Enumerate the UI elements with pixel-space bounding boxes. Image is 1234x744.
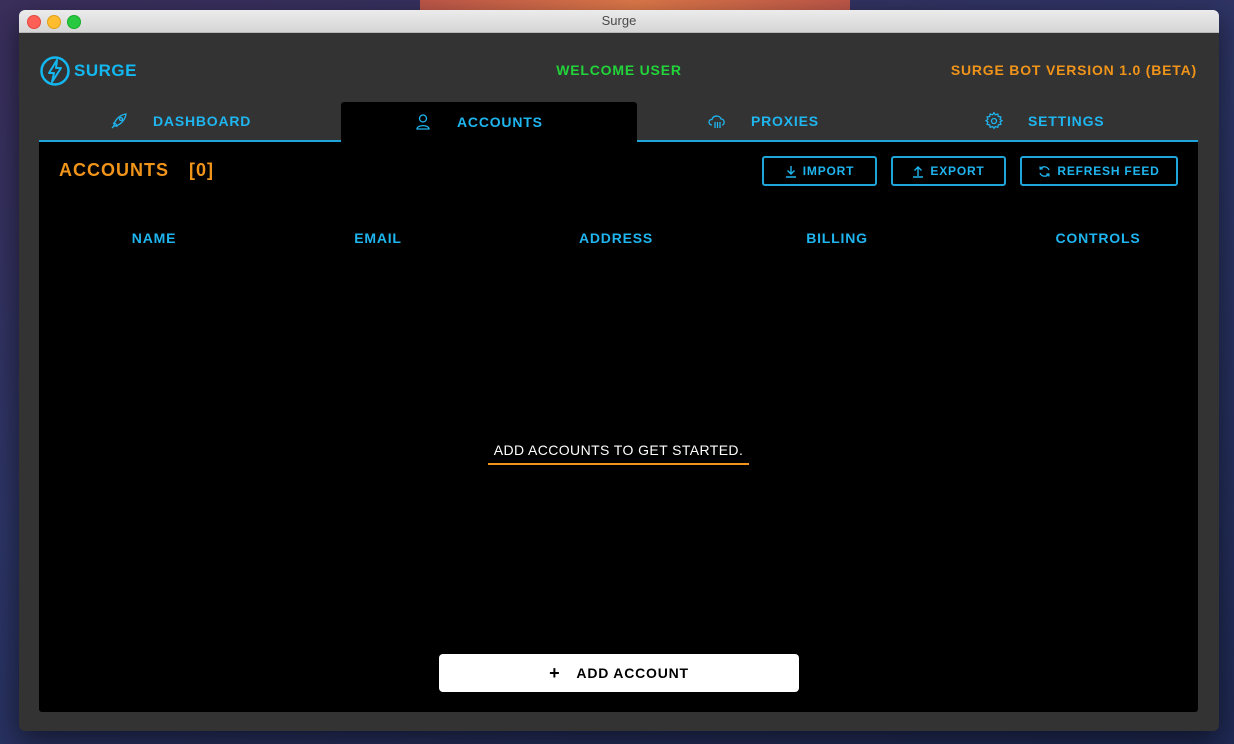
empty-state-message: ADD ACCOUNTS TO GET STARTED. bbox=[487, 442, 750, 465]
download-icon bbox=[785, 165, 797, 178]
accounts-heading: ACCOUNTS [0] bbox=[59, 160, 214, 181]
accounts-title: ACCOUNTS bbox=[59, 160, 169, 180]
version-text: SURGE BOT VERSION 1.0 (BETA) bbox=[950, 62, 1197, 78]
column-header-address[interactable]: ADDRESS bbox=[579, 230, 653, 246]
app-window: Surge SURGE WELCOME USER SURGE BOT VERSI… bbox=[19, 10, 1219, 731]
tab-label: PROXIES bbox=[751, 113, 819, 129]
window-title: Surge bbox=[601, 13, 637, 28]
accounts-panel: ACCOUNTS [0] IMPORT EXPORT REFRESH FEED … bbox=[39, 142, 1198, 712]
tab-accounts[interactable]: ACCOUNTS bbox=[341, 102, 637, 142]
plus-icon: + bbox=[549, 663, 561, 683]
column-header-email[interactable]: EMAIL bbox=[354, 230, 402, 246]
refresh-feed-button[interactable]: REFRESH FEED bbox=[1020, 156, 1178, 186]
export-label: EXPORT bbox=[930, 164, 985, 178]
refresh-icon bbox=[1038, 165, 1051, 178]
accounts-count: [0] bbox=[189, 160, 215, 180]
add-account-button[interactable]: + ADD ACCOUNT bbox=[439, 654, 799, 692]
import-label: IMPORT bbox=[802, 164, 855, 178]
tab-label: SETTINGS bbox=[1028, 113, 1105, 129]
column-header-name[interactable]: NAME bbox=[132, 230, 176, 246]
empty-state: ADD ACCOUNTS TO GET STARTED. bbox=[39, 440, 1198, 465]
add-account-label: ADD ACCOUNT bbox=[576, 665, 689, 681]
refresh-label: REFRESH FEED bbox=[1057, 164, 1160, 178]
tab-settings[interactable]: SETTINGS bbox=[914, 102, 1198, 142]
rocket-icon bbox=[109, 111, 129, 131]
main-tabs: DASHBOARD ACCOUNTS PROXIES SETTINGS bbox=[39, 102, 1198, 142]
title-bar: Surge bbox=[19, 10, 1219, 33]
app-header: SURGE WELCOME USER SURGE BOT VERSION 1.0… bbox=[19, 33, 1219, 101]
column-header-billing[interactable]: BILLING bbox=[806, 230, 868, 246]
tab-dashboard[interactable]: DASHBOARD bbox=[39, 102, 341, 142]
gear-icon bbox=[984, 111, 1004, 131]
tab-label: DASHBOARD bbox=[153, 113, 252, 129]
tab-label: ACCOUNTS bbox=[457, 114, 543, 130]
import-button[interactable]: IMPORT bbox=[762, 156, 877, 186]
column-header-controls[interactable]: CONTROLS bbox=[1056, 230, 1141, 246]
tab-proxies[interactable]: PROXIES bbox=[637, 102, 914, 142]
upload-icon bbox=[912, 165, 924, 178]
export-button[interactable]: EXPORT bbox=[891, 156, 1006, 186]
user-icon bbox=[413, 112, 433, 132]
cloud-icon bbox=[707, 111, 727, 131]
